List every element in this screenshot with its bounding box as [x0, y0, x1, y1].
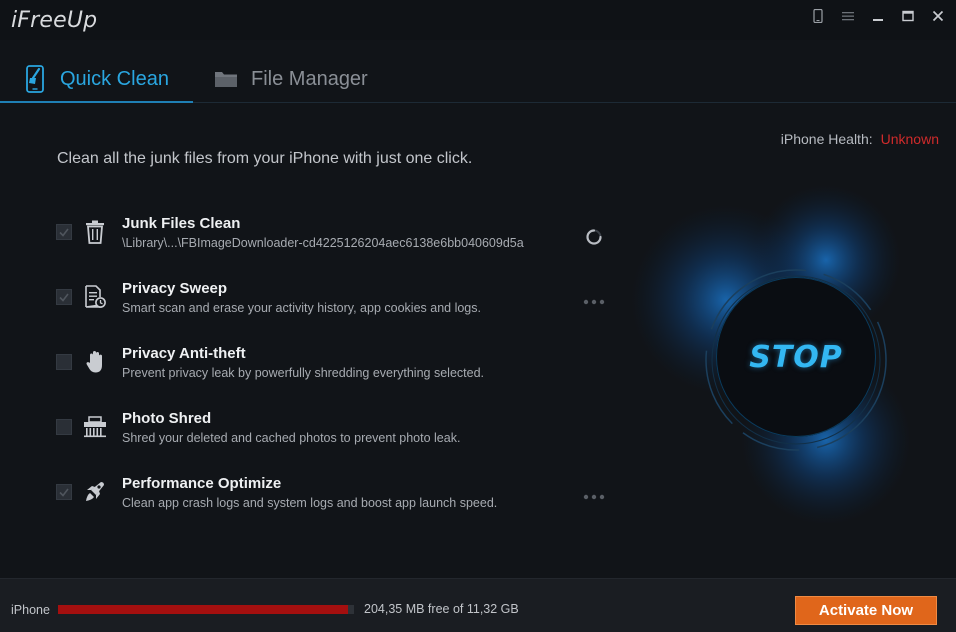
app-window: iFreeUp Quick Clean File Manager iPhone … — [0, 0, 956, 632]
window-controls — [806, 6, 950, 26]
tab-bar: Quick Clean File Manager — [0, 56, 956, 103]
intro-text: Clean all the junk files from your iPhon… — [57, 150, 473, 167]
minimize-icon[interactable] — [866, 6, 890, 26]
maximize-icon[interactable] — [896, 6, 920, 26]
iphone-health: iPhone Health: Unknown — [781, 131, 939, 147]
item-title: Photo Shred — [122, 410, 212, 427]
item-desc: Prevent privacy leak by powerfully shred… — [122, 366, 484, 380]
stop-area: STOP — [616, 180, 946, 540]
title-bar: iFreeUp — [0, 0, 956, 40]
folder-icon — [213, 64, 239, 94]
tab-quick-clean[interactable]: Quick Clean — [0, 56, 193, 103]
activate-now-button[interactable]: Activate Now — [795, 596, 937, 625]
iphone-health-label: iPhone Health: — [780, 131, 873, 147]
item-title: Privacy Sweep — [122, 280, 228, 297]
storage-bar-fill — [58, 605, 349, 614]
app-title: iFreeUp — [11, 8, 98, 33]
stop-label: STOP — [749, 339, 843, 375]
tab-quick-clean-label: Quick Clean — [60, 67, 169, 90]
item-title: Junk Files Clean — [122, 215, 241, 232]
list-item-junk-files-clean: Junk Files Clean \Library\...\FBImageDow… — [56, 215, 616, 265]
spinner-icon — [582, 227, 606, 247]
document-clock-icon — [82, 282, 108, 312]
stop-button[interactable]: STOP — [716, 277, 876, 437]
hand-icon — [82, 347, 108, 377]
menu-icon[interactable] — [836, 6, 860, 26]
list-item-privacy-sweep: Privacy Sweep Smart scan and erase your … — [56, 280, 616, 330]
list-item-performance-optimize: Performance Optimize Clean app crash log… — [56, 475, 616, 525]
phone-brush-icon — [22, 64, 48, 94]
iphone-health-value: Unknown — [880, 131, 939, 147]
checkbox-privacy-anti-theft[interactable] — [56, 354, 72, 370]
trash-icon — [82, 217, 108, 247]
shredder-icon — [82, 412, 108, 442]
dots-icon — [582, 292, 606, 312]
device-name: iPhone — [11, 603, 50, 617]
checkbox-junk-files-clean[interactable] — [56, 224, 72, 240]
item-title: Performance Optimize — [122, 475, 282, 492]
status-bar: iPhone 204,35 MB free of 11,32 GB Activa… — [0, 578, 956, 632]
list-item-privacy-anti-theft: Privacy Anti-theft Prevent privacy leak … — [56, 345, 616, 395]
rocket-icon — [82, 477, 108, 507]
item-desc: Smart scan and erase your activity histo… — [122, 301, 481, 315]
close-icon[interactable] — [926, 6, 950, 26]
tab-file-manager[interactable]: File Manager — [213, 56, 368, 102]
storage-bar — [58, 605, 354, 614]
dots-icon — [582, 487, 606, 507]
phone-icon[interactable] — [806, 6, 830, 26]
storage-text: 204,35 MB free of 11,32 GB — [364, 602, 519, 616]
checkbox-privacy-sweep[interactable] — [56, 289, 72, 305]
item-title: Privacy Anti-theft — [122, 345, 246, 362]
item-desc: \Library\...\FBImageDownloader-cd4225126… — [122, 236, 524, 250]
checkbox-photo-shred[interactable] — [56, 419, 72, 435]
item-desc: Clean app crash logs and system logs and… — [122, 496, 498, 510]
tab-file-manager-label: File Manager — [251, 67, 368, 90]
list-item-photo-shred: Photo Shred Shred your deleted and cache… — [56, 410, 616, 460]
checkbox-performance-optimize[interactable] — [56, 484, 72, 500]
item-desc: Shred your deleted and cached photos to … — [122, 431, 461, 445]
